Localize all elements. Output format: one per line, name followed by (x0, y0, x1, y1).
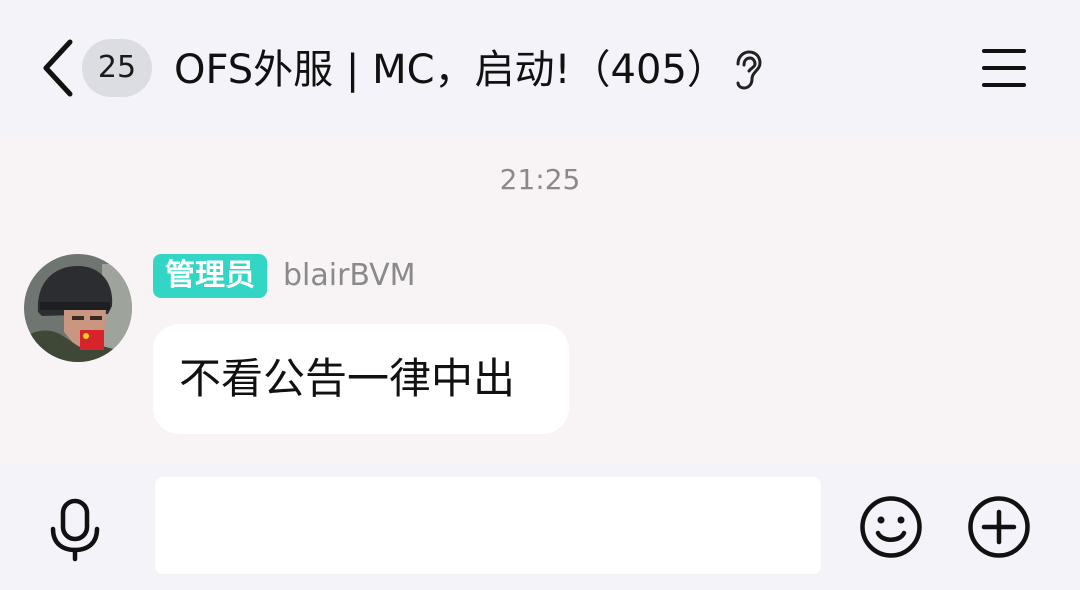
chat-header: 25 OFS外服 | MC，启动!（405） (0, 0, 1080, 135)
emoji-button[interactable] (859, 495, 923, 559)
input-bar (0, 462, 1080, 590)
voice-button[interactable] (46, 498, 104, 562)
message-timestamp: 21:25 (499, 163, 581, 196)
smiley-icon (860, 496, 922, 558)
role-badge-admin: 管理员 (153, 254, 267, 298)
message-bubble[interactable]: 不看公告一律中出 (153, 324, 569, 434)
chat-screen: 25 OFS外服 | MC，启动!（405） 21:25 管理员 blairBV… (0, 0, 1080, 590)
unread-count-badge[interactable]: 25 (82, 39, 152, 97)
sender-avatar[interactable] (24, 254, 132, 362)
back-button[interactable] (36, 36, 80, 100)
hamburger-menu-icon (982, 49, 1026, 87)
group-title: OFS外服 | MC，启动!（405） (174, 47, 727, 93)
message-input[interactable] (155, 477, 821, 574)
ear-icon[interactable] (730, 50, 764, 90)
plus-circle-icon (968, 496, 1030, 558)
microphone-icon (50, 498, 100, 562)
message-list[interactable]: 21:25 管理员 blairBVM 不看公告一律中出 (0, 135, 1080, 462)
menu-button[interactable] (980, 46, 1028, 90)
chevron-left-icon (43, 39, 73, 97)
sender-name[interactable]: blairBVM (283, 254, 416, 298)
message-text: 不看公告一律中出 (179, 354, 516, 403)
more-button[interactable] (967, 495, 1031, 559)
